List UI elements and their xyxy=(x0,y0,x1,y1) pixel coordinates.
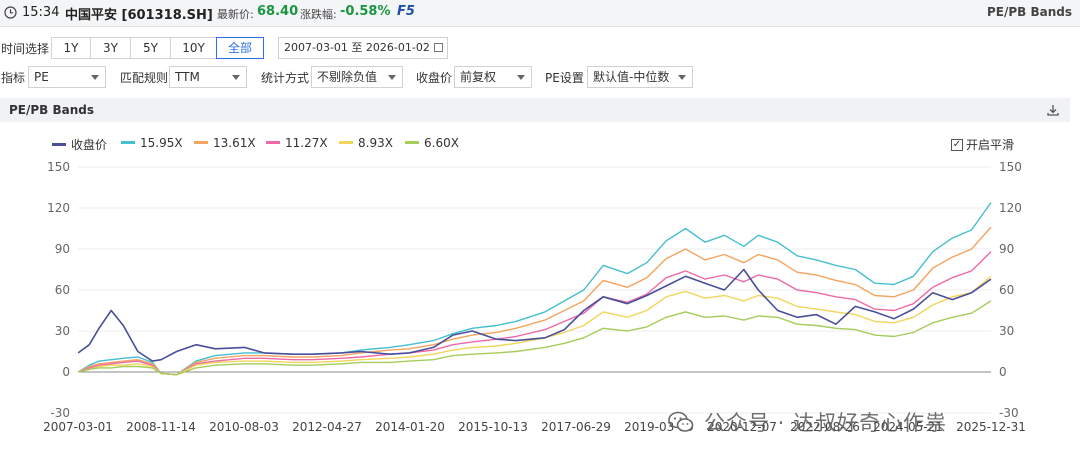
filter-row: 指标 PE 匹配规则 TTM 统计方式 不剔除负值 收盘价 前复权 PE设置 默… xyxy=(0,66,1080,88)
legend-label: 13.61X xyxy=(213,136,256,150)
y-tick-label-left: 90 xyxy=(55,242,70,256)
indicator-select[interactable]: PE xyxy=(28,66,106,88)
panel-title: PE/PB Bands xyxy=(9,103,95,117)
y-tick-label-right: 90 xyxy=(999,242,1014,256)
range-button-all[interactable]: 全部 xyxy=(216,37,264,59)
panel-header: PE/PB Bands xyxy=(0,98,1070,122)
change-percent: -0.58% xyxy=(340,4,391,19)
range-button-10y[interactable]: 10Y xyxy=(170,37,217,59)
range-button-5y[interactable]: 5Y xyxy=(130,37,171,59)
range-button-1y[interactable]: 1Y xyxy=(51,37,91,59)
y-tick-label-right: 0 xyxy=(999,365,1007,379)
range-button-group: 1Y 3Y 5Y 10Y 全部 xyxy=(51,37,264,59)
range-button-3y[interactable]: 3Y xyxy=(90,37,131,59)
x-tick-label: 2015-10-13 xyxy=(458,420,528,434)
latest-price: 68.40 xyxy=(257,4,299,19)
date-range-text: 2007-03-01 至 2026-01-02 xyxy=(284,41,430,54)
legend-item-close[interactable]: 收盘价 xyxy=(52,136,107,152)
close-price-select[interactable]: 前复权 xyxy=(454,66,532,88)
legend-label: 11.27X xyxy=(285,136,328,150)
y-tick-label-right: 120 xyxy=(999,201,1022,215)
wechat-icon xyxy=(668,411,694,432)
match-value: TTM xyxy=(175,70,200,84)
watermark: 公众号 · 达叔好奇心作祟 xyxy=(668,404,947,440)
chevron-down-icon xyxy=(388,75,396,80)
chevron-down-icon xyxy=(678,75,686,80)
y-tick-label-left: 120 xyxy=(47,201,70,215)
chevron-down-icon xyxy=(91,75,99,80)
legend-swatch xyxy=(52,143,66,146)
legend-item-15-95x[interactable]: 15.95X xyxy=(121,136,183,152)
checkbox-icon: ✓ xyxy=(951,138,963,151)
close-price-label: 收盘价 xyxy=(416,71,453,85)
time-select-row: 时间选择 1Y 3Y 5Y 10Y 全部 2007-03-01 至 2026-0… xyxy=(0,37,1080,59)
legend-swatch xyxy=(121,141,135,144)
price-label: 最新价: xyxy=(217,8,254,21)
change-label: 涨跌幅: xyxy=(300,8,337,21)
pe-setting-value: 默认值-中位数 xyxy=(593,70,670,84)
legend-swatch xyxy=(339,141,353,144)
chevron-down-icon xyxy=(232,75,240,80)
legend-label: 8.93X xyxy=(358,136,393,150)
match-select[interactable]: TTM xyxy=(169,66,247,88)
x-tick-label: 2017-06-29 xyxy=(541,420,611,434)
date-range-picker[interactable]: 2007-03-01 至 2026-01-02 xyxy=(278,37,448,59)
x-tick-label: 2010-08-03 xyxy=(209,420,279,434)
calendar-icon xyxy=(434,43,443,52)
x-tick-label: 2025-12-31 xyxy=(956,420,1026,434)
x-tick-label: 2014-01-20 xyxy=(375,420,445,434)
download-icon[interactable] xyxy=(1046,103,1060,117)
indicator-label: 指标 xyxy=(1,71,26,85)
smooth-label: 开启平滑 xyxy=(966,138,1015,152)
y-tick-label-left: 150 xyxy=(47,160,70,174)
close-price-value: 前复权 xyxy=(460,70,497,84)
f5-button[interactable]: F5 xyxy=(397,4,415,19)
legend-label: 收盘价 xyxy=(71,138,108,152)
legend-item-13-61x[interactable]: 13.61X xyxy=(194,136,256,152)
y-tick-label-left: 60 xyxy=(55,283,70,297)
legend-swatch xyxy=(405,141,419,144)
pe-setting-select[interactable]: 默认值-中位数 xyxy=(587,66,693,88)
clock-icon xyxy=(4,6,17,19)
stat-label: 统计方式 xyxy=(261,71,310,85)
x-tick-label: 2012-04-27 xyxy=(292,420,362,434)
y-tick-label-left: -30 xyxy=(50,406,70,420)
watermark-text: 公众号 · 达叔好奇心作祟 xyxy=(704,411,948,435)
stock-name: 中国平安 [601318.SH] xyxy=(65,8,213,23)
page-title: PE/PB Bands xyxy=(986,5,1072,19)
x-tick-label: 2007-03-01 xyxy=(43,420,113,434)
indicator-value: PE xyxy=(34,70,49,84)
top-bar: 15:34 中国平安 [601318.SH] 最新价: 68.40 涨跌幅: -… xyxy=(0,0,1080,27)
y-tick-label-right: 30 xyxy=(999,324,1014,338)
y-tick-label-left: 30 xyxy=(55,324,70,338)
legend-item-8-93x[interactable]: 8.93X xyxy=(339,136,393,152)
y-tick-label-left: 0 xyxy=(62,365,70,379)
legend-item-6-60x[interactable]: 6.60X xyxy=(405,136,459,152)
clock-time: 15:34 xyxy=(22,5,60,20)
time-select-label: 时间选择 xyxy=(1,42,50,56)
stat-value: 不剔除负值 xyxy=(317,70,378,84)
y-tick-label-right: 150 xyxy=(999,160,1022,174)
series-line-8-93x xyxy=(78,275,992,376)
series-line-6-60x xyxy=(78,300,992,376)
smooth-toggle[interactable]: ✓ 开启平滑 xyxy=(951,136,1014,152)
legend-label: 6.60X xyxy=(424,136,459,150)
pe-setting-label: PE设置 xyxy=(545,71,584,85)
legend-label: 15.95X xyxy=(140,136,183,150)
chevron-down-icon xyxy=(517,75,525,80)
legend-swatch xyxy=(266,141,280,144)
match-label: 匹配规则 xyxy=(120,71,169,85)
y-tick-label-right: 60 xyxy=(999,283,1014,297)
legend-item-11-27x[interactable]: 11.27X xyxy=(266,136,328,152)
legend-swatch xyxy=(194,141,208,144)
x-tick-label: 2008-11-14 xyxy=(126,420,196,434)
stat-select[interactable]: 不剔除负值 xyxy=(311,66,403,88)
y-tick-label-right: -30 xyxy=(999,406,1019,420)
